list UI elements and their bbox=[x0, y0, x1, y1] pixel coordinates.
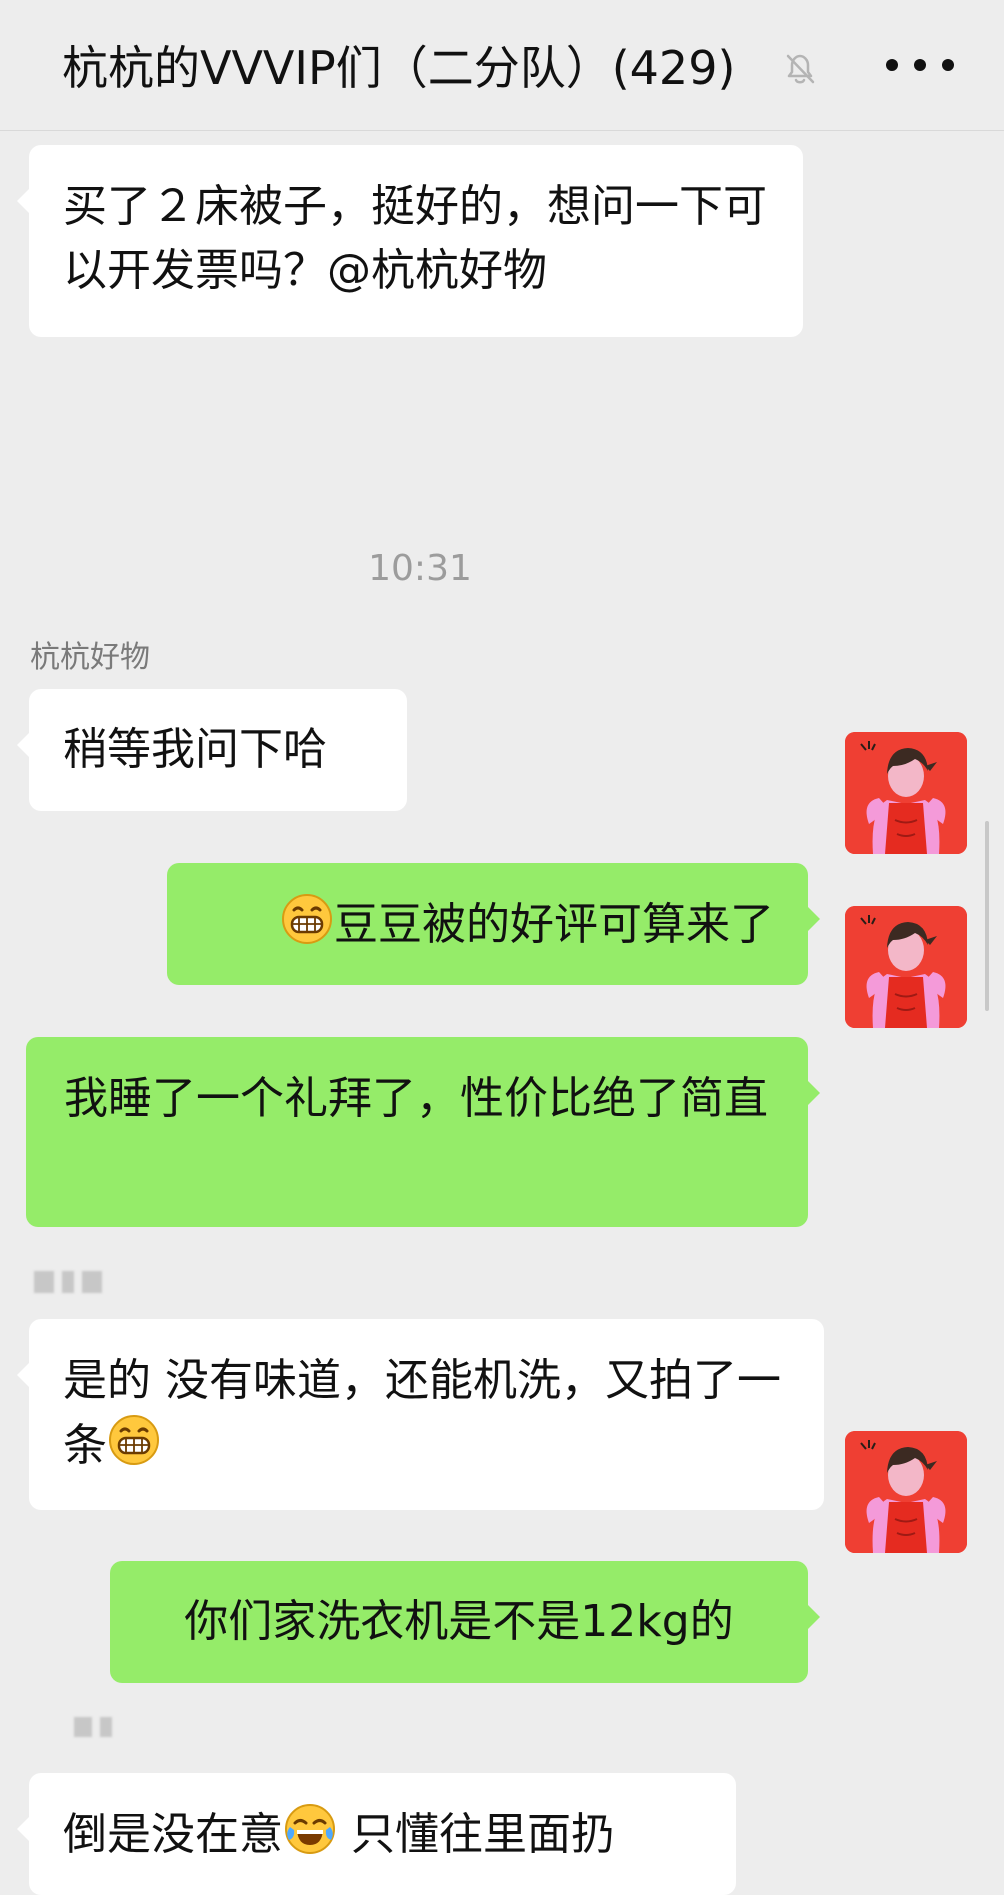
chat-area: 买了２床被子，挺好的，想问一下可以开发票吗？@杭杭好物 10:31 杭杭好物 稍… bbox=[0, 131, 1004, 1895]
message-bubble-incoming[interactable]: 倒是没在意 只懂往里面扔 bbox=[17, 1773, 736, 1895]
message-text: 稍等我问下哈 bbox=[63, 724, 327, 775]
scrollbar[interactable] bbox=[985, 821, 989, 1011]
avatar[interactable] bbox=[845, 1431, 967, 1553]
message-text: 倒是没在意 bbox=[63, 1809, 283, 1860]
avatar[interactable] bbox=[845, 906, 967, 1028]
message-text: 只懂往里面扔 bbox=[337, 1809, 615, 1860]
timestamp: 10:31 bbox=[368, 548, 472, 589]
message-text: 你们家洗衣机是不是12kg的 bbox=[184, 1596, 734, 1647]
sender-name-blurred bbox=[34, 1271, 102, 1293]
grinning-face-emoji bbox=[109, 1415, 159, 1465]
bell-off-icon bbox=[786, 54, 815, 84]
tears-of-joy-emoji bbox=[285, 1804, 335, 1854]
message-text: 买了２床被子，挺好的，想问一下可以开发票吗？@杭杭好物 bbox=[63, 181, 767, 296]
message-bubble-outgoing[interactable]: 我睡了一个礼拜了，性价比绝了简直 bbox=[26, 1037, 820, 1227]
avatar-image bbox=[845, 732, 967, 854]
sender-name-blurred bbox=[74, 1717, 112, 1737]
message-bubble-outgoing[interactable]: 豆豆被的好评可算来了 bbox=[167, 863, 820, 985]
grinning-face-emoji bbox=[282, 894, 332, 944]
message-bubble-incoming[interactable]: 稍等我问下哈 bbox=[17, 689, 407, 811]
more-dot-icon bbox=[942, 59, 954, 71]
avatar-image bbox=[845, 1431, 967, 1553]
more-options-button[interactable] bbox=[886, 50, 954, 80]
more-dot-icon bbox=[914, 59, 926, 71]
chat-header: 杭杭的VVVIP们（二分队）(429) bbox=[0, 0, 1004, 131]
avatar-image bbox=[845, 906, 967, 1028]
chat-title[interactable]: 杭杭的VVVIP们（二分队）(429) bbox=[62, 40, 735, 96]
message-bubble-incoming[interactable]: 买了２床被子，挺好的，想问一下可以开发票吗？@杭杭好物 bbox=[17, 145, 803, 337]
message-text: 豆豆被的好评可算来了 bbox=[334, 899, 774, 950]
avatar[interactable] bbox=[845, 732, 967, 854]
more-dot-icon bbox=[886, 59, 898, 71]
message-bubble-outgoing[interactable]: 你们家洗衣机是不是12kg的 bbox=[110, 1561, 820, 1683]
message-bubble-incoming[interactable]: 是的 没有味道，还能机洗，又拍了一条 bbox=[17, 1319, 824, 1510]
message-text: 我睡了一个礼拜了，性价比绝了简直 bbox=[64, 1073, 768, 1124]
sender-name: 杭杭好物 bbox=[30, 640, 150, 675]
message-text: 是的 没有味道，还能机洗，又拍了一条 bbox=[63, 1355, 781, 1471]
